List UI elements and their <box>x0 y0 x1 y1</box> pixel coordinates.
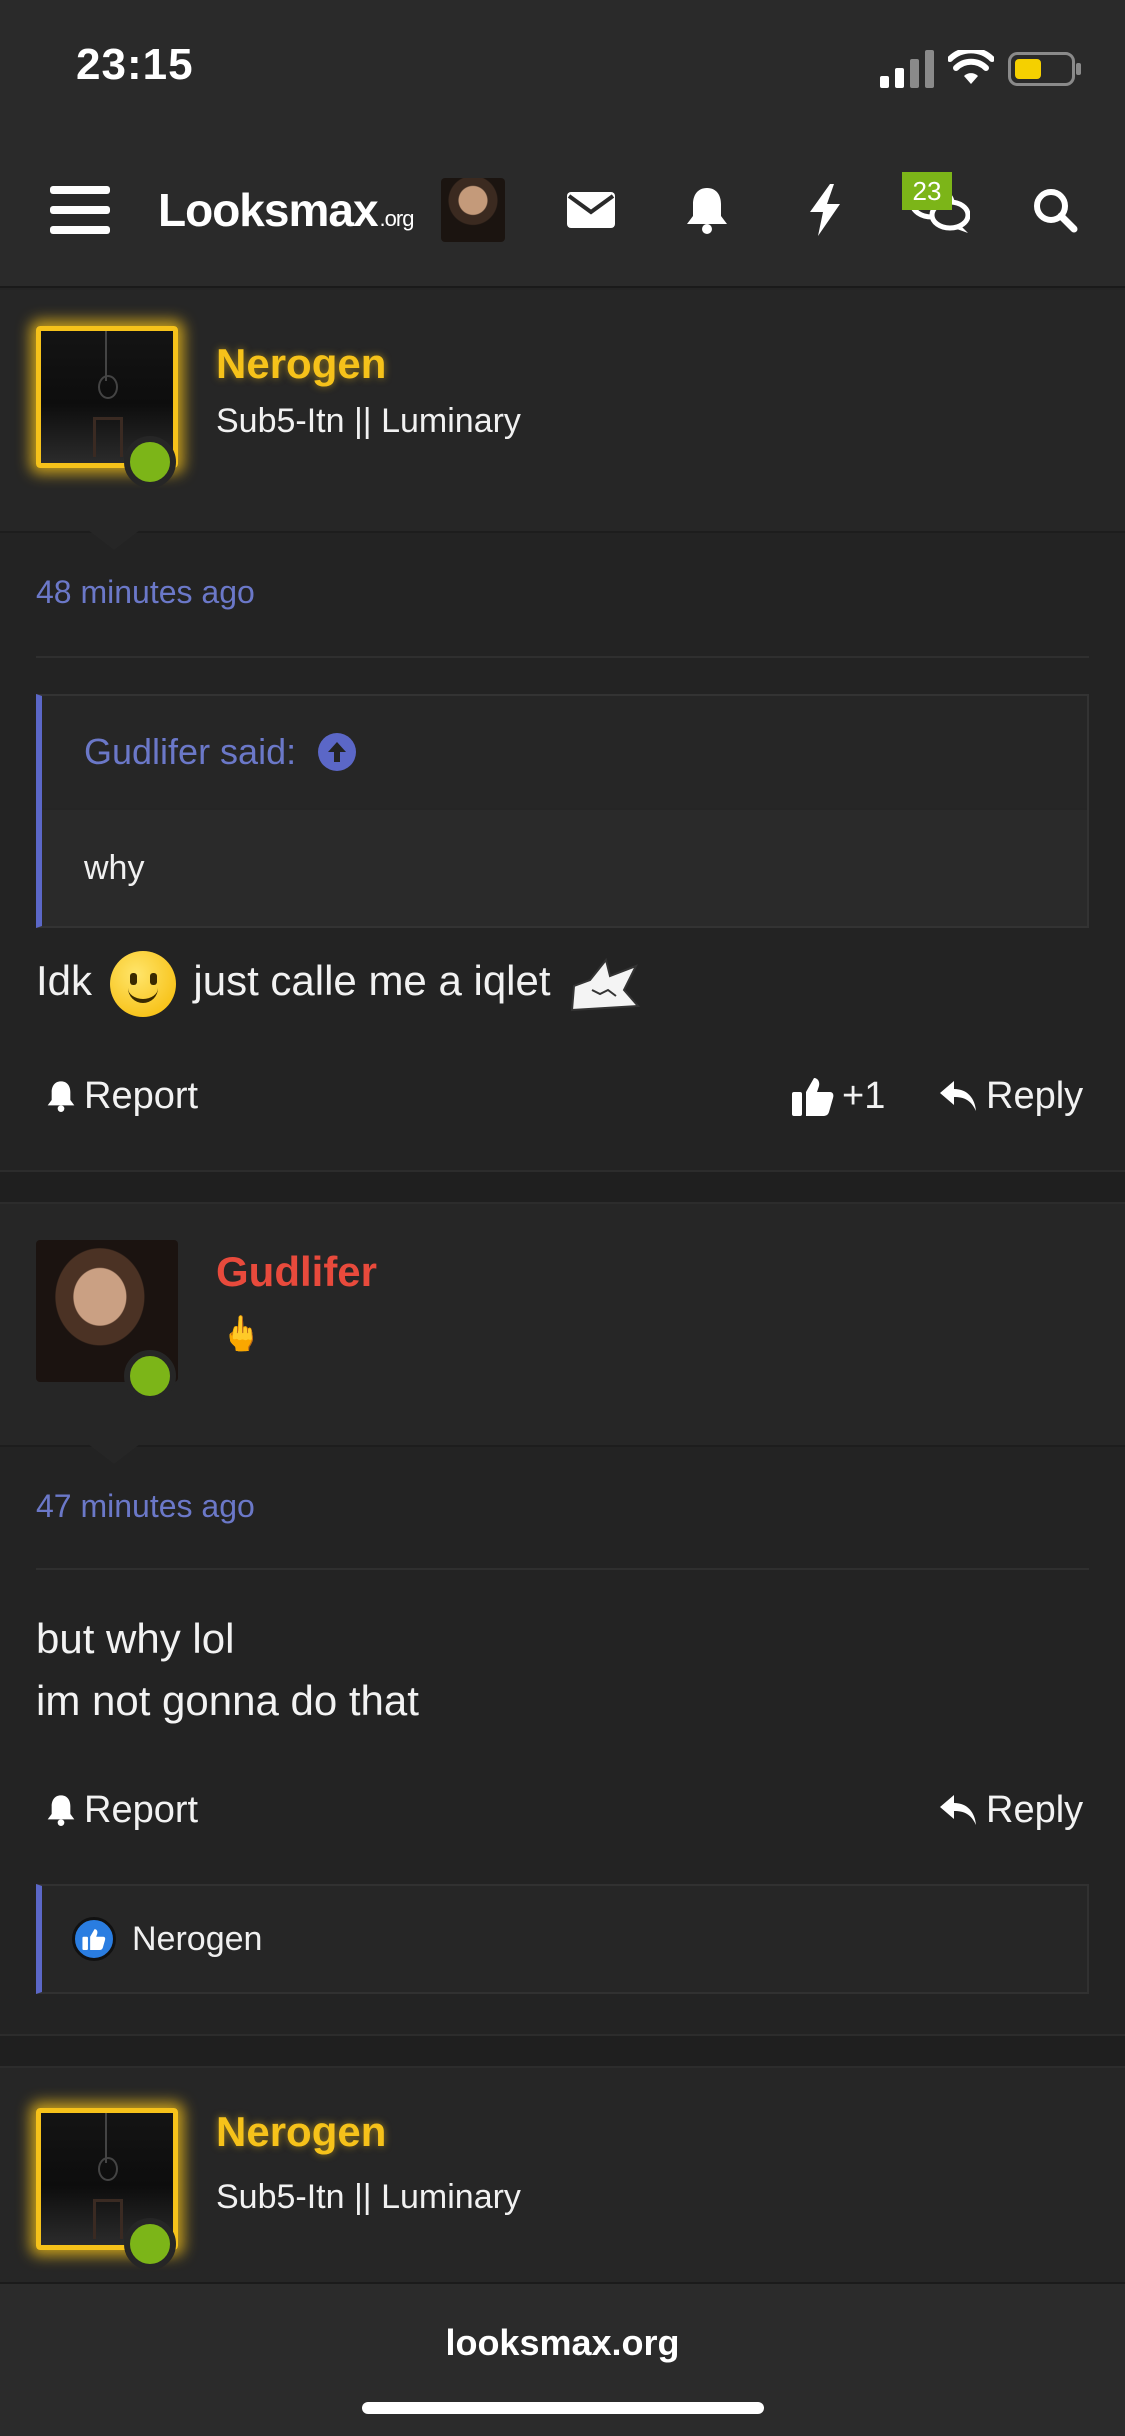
username[interactable]: Nerogen <box>216 340 386 388</box>
post-header: Nerogen Sub5-Itn || Luminary <box>0 2068 1125 2282</box>
arrow-up-icon[interactable] <box>318 733 357 771</box>
message-line: but why lol <box>36 1615 235 1662</box>
user-title: Sub5-Itn || Luminary <box>216 402 521 440</box>
post-message: but why lol im not gonna do that <box>36 1608 419 1732</box>
conversations-button[interactable] <box>900 150 980 270</box>
post-message: Idk just calle me a iqlet <box>36 950 641 1017</box>
post-header: Gudlifer 🖕 <box>0 1204 1125 1464</box>
search-icon <box>1034 189 1078 233</box>
bell-icon <box>47 1081 75 1112</box>
site-logo[interactable]: Looksmax .org <box>158 150 418 270</box>
top-bar: 23:15 Looksmax .org 23 <box>0 0 1125 288</box>
divider <box>36 656 1089 658</box>
quote-text: why <box>84 848 145 887</box>
report-label: Report <box>84 1788 199 1831</box>
account-avatar-button[interactable] <box>440 150 506 270</box>
browser-bottom-bar: looksmax.org <box>0 2282 1125 2436</box>
online-indicator <box>124 1350 176 1402</box>
reply-arrow-icon <box>940 1795 976 1825</box>
like-reaction-icon <box>72 1917 116 1961</box>
username[interactable]: Nerogen <box>216 2108 386 2156</box>
inbox-button[interactable] <box>556 150 626 270</box>
battery-icon <box>1008 52 1081 86</box>
account-avatar <box>441 178 505 242</box>
post-header: Nerogen Sub5-Itn || Luminary <box>0 290 1125 550</box>
post-timestamp[interactable]: 48 minutes ago <box>36 574 255 611</box>
address-bar[interactable]: looksmax.org <box>0 2322 1125 2364</box>
conversations-badge: 23 <box>902 172 952 210</box>
main-nav: Looksmax .org <box>0 150 1125 270</box>
like-count: +1 <box>842 1074 886 1117</box>
thumbs-up-icon <box>792 1078 834 1116</box>
cellular-signal-icon <box>880 50 934 88</box>
avatar-image-detail <box>93 417 123 457</box>
post-3: Nerogen Sub5-Itn || Luminary <box>0 2068 1125 2282</box>
whats-new-button[interactable] <box>790 150 860 270</box>
report-button[interactable]: Report <box>46 1780 198 1840</box>
message-text: just calle me a iqlet <box>193 957 551 1004</box>
header-pointer <box>88 1444 140 1464</box>
reply-arrow-icon <box>940 1081 976 1111</box>
reaction-users[interactable]: Nerogen <box>132 1920 262 1959</box>
shark-meme-icon <box>571 957 641 1011</box>
post-separator <box>0 1170 1125 1204</box>
menu-button[interactable] <box>40 150 120 270</box>
user-title: Sub5-Itn || Luminary <box>216 2178 521 2216</box>
message-text: Idk <box>36 957 93 1004</box>
header-pointer <box>88 530 140 550</box>
lightning-icon <box>810 184 840 236</box>
avatar-image-detail <box>93 2199 123 2239</box>
post-timestamp[interactable]: 47 minutes ago <box>36 1488 255 1525</box>
quote-header[interactable]: Gudlifer said: <box>42 696 1087 810</box>
report-button[interactable]: Report <box>46 1066 198 1126</box>
online-indicator <box>124 436 176 488</box>
post-actions: Report Reply <box>36 1780 1089 1840</box>
quote-block: Gudlifer said: why <box>36 694 1089 928</box>
divider <box>36 1568 1089 1570</box>
search-button[interactable] <box>1020 150 1090 270</box>
logo-text: Looksmax <box>158 184 379 236</box>
user-title: 🖕 <box>220 1315 263 1353</box>
wifi-icon <box>948 50 994 84</box>
like-button[interactable]: +1 <box>792 1066 885 1126</box>
online-indicator <box>124 2218 176 2270</box>
reply-button[interactable]: Reply <box>938 1066 1083 1126</box>
reactions-bar[interactable]: Nerogen <box>36 1884 1089 1994</box>
bell-icon <box>687 188 727 234</box>
post-1: Nerogen Sub5-Itn || Luminary 48 minutes … <box>0 290 1125 1170</box>
hamburger-icon <box>50 186 110 234</box>
post-separator <box>0 2034 1125 2068</box>
bell-icon <box>47 1795 75 1826</box>
message-line: im not gonna do that <box>36 1677 419 1724</box>
status-time: 23:15 <box>76 40 194 89</box>
home-indicator[interactable] <box>362 2402 764 2414</box>
username[interactable]: Gudlifer <box>216 1248 377 1296</box>
post-actions: Report +1 Reply <box>36 1066 1089 1126</box>
envelope-icon <box>567 192 615 228</box>
reply-button[interactable]: Reply <box>938 1780 1083 1840</box>
alerts-button[interactable] <box>672 150 742 270</box>
reply-label: Reply <box>986 1074 1084 1117</box>
quote-author: Gudlifer said: <box>84 731 297 772</box>
report-label: Report <box>84 1074 199 1117</box>
post-2: Gudlifer 🖕 47 minutes ago but why lol im… <box>0 1204 1125 2034</box>
smiley-icon <box>109 950 176 1017</box>
logo-suffix: .org <box>379 206 415 231</box>
reply-label: Reply <box>986 1788 1084 1831</box>
